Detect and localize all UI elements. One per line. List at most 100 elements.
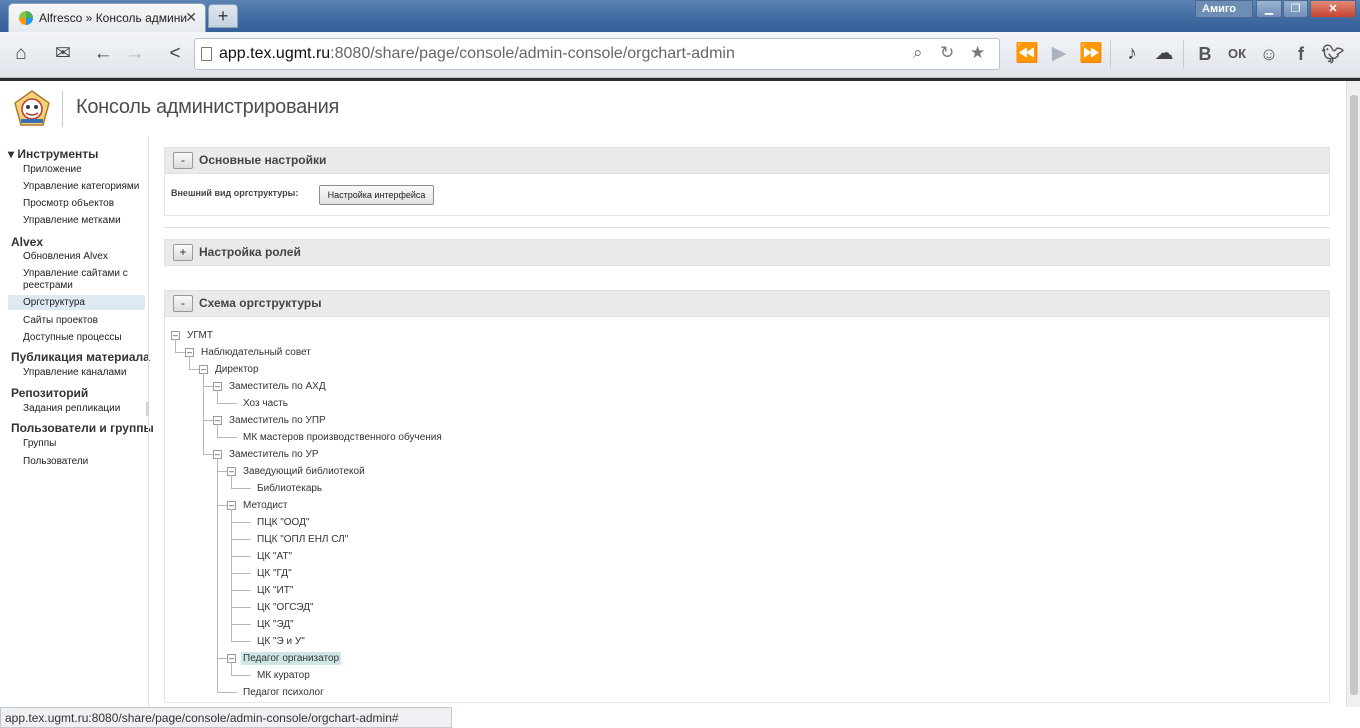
sidebar-item-orgchart[interactable]: Оргструктура [8, 295, 145, 310]
sidebar-item-groups[interactable]: Группы [23, 438, 56, 450]
sidebar-item-application[interactable]: Приложение [23, 164, 82, 176]
tree-node[interactable]: Директор [215, 363, 259, 376]
tree-node[interactable]: Заместитель по УПР [229, 414, 326, 427]
mail-icon[interactable]: ✉ [48, 39, 78, 69]
tree-node[interactable]: ЦК "ИТ" [257, 584, 293, 597]
sidebar-group-users-groups: Пользователи и группы [11, 421, 154, 435]
new-tab-button[interactable]: + [208, 4, 238, 28]
sidebar-item-registry-sites-line2: реестрами [23, 280, 73, 291]
twitter-icon[interactable]: 🐦︎ [1318, 39, 1348, 69]
maximize-button[interactable]: ❐ [1283, 0, 1308, 18]
facebook-icon[interactable]: f [1286, 39, 1316, 69]
tree-connector-line [231, 641, 251, 642]
tree-connector-line [231, 509, 232, 641]
sidebar-item-project-sites[interactable]: Сайты проектов [23, 315, 98, 327]
page-title: Консоль администрирования [76, 96, 340, 118]
tree-connector-line [175, 352, 185, 353]
tree-connector-line [217, 692, 237, 693]
media-play-icon[interactable]: ▶ [1044, 39, 1074, 69]
back-icon[interactable]: ← [88, 39, 118, 69]
zoom-search-icon[interactable]: ⌕ [913, 43, 923, 63]
url-path: :8080/share/page/console/admin-console/o… [330, 45, 735, 62]
close-window-button[interactable]: ✕ [1310, 0, 1356, 18]
tree-connector-line [231, 662, 232, 675]
address-bar[interactable]: app.tex.ugmt.ru:8080/share/page/console/… [194, 38, 1000, 70]
media-prev-icon[interactable]: ⏪ [1012, 39, 1042, 69]
tree-connector-line [231, 624, 251, 625]
tree-node[interactable]: МК мастеров производственного обучения [243, 431, 442, 444]
forward-icon[interactable]: → [120, 39, 150, 69]
page-scrollbar[interactable] [1346, 81, 1360, 707]
sidebar-group-tools[interactable]: ▾ Инструменты [8, 147, 98, 161]
sidebar-item-channels[interactable]: Управление каналами [23, 367, 126, 379]
sidebar-item-categories[interactable]: Управление категориями [23, 181, 139, 193]
media-next-icon[interactable]: ⏩ [1076, 39, 1106, 69]
browser-status-url: app.tex.ugmt.ru:8080/share/page/console/… [0, 707, 452, 728]
basic-settings-title: Основные настройки [199, 153, 327, 167]
panel-divider [164, 227, 1330, 228]
sidebar-item-registry-sites[interactable]: Управление сайтами с реестрами [23, 268, 128, 292]
tree-connector-line [203, 386, 213, 387]
tree-node[interactable]: ЦК "АТ" [257, 550, 292, 563]
basic-settings-toggle-button[interactable]: - [173, 152, 193, 169]
sidebar-item-replication-jobs[interactable]: Задания репликации [23, 403, 120, 415]
vkontakte-icon[interactable]: В [1190, 39, 1220, 69]
tree-node[interactable]: Заместитель по АХД [229, 380, 326, 393]
alfresco-favicon-icon [19, 11, 33, 25]
tree-node[interactable]: ЦК "ОГСЭД" [257, 601, 314, 614]
header-divider [62, 91, 63, 127]
tree-connector-line [203, 420, 213, 421]
sidebar-item-registry-sites-line1: Управление сайтами с [23, 268, 128, 279]
tree-connector-line [203, 373, 204, 454]
tree-node[interactable]: ЦК "Э и У" [257, 635, 305, 648]
orgchart-scheme-header: - Схема оргструктуры [164, 290, 1330, 317]
college-logo[interactable] [12, 89, 52, 129]
tree-node[interactable]: Педагог организатор [241, 652, 342, 665]
tree-node[interactable]: Методист [243, 499, 287, 512]
bookmark-star-icon[interactable]: ★ [970, 43, 985, 63]
tree-node[interactable]: ПЦК "ОПЛ ЕНЛ СЛ" [257, 533, 348, 546]
roles-settings-toggle-button[interactable]: + [173, 244, 193, 261]
tree-connector-line [231, 556, 251, 557]
sidebar-item-users[interactable]: Пользователи [23, 456, 88, 468]
sidebar-group-alvex: Alvex [11, 235, 44, 249]
odnoklassniki-icon[interactable]: ОК [1222, 39, 1252, 69]
sidebar-item-available-processes[interactable]: Доступные процессы [23, 332, 122, 344]
tree-node[interactable]: Педагог психолог [243, 686, 324, 699]
tree-node[interactable]: Хоз часть [243, 397, 288, 410]
tree-node[interactable]: ЦК "ГД" [257, 567, 292, 580]
tree-node[interactable]: ПЦК "ООД" [257, 516, 309, 529]
basic-settings-body: Внешний вид оргструктуры: Настройка инте… [164, 174, 1330, 216]
home-icon[interactable]: ⌂ [6, 39, 36, 69]
sidebar-item-alvex-updates[interactable]: Обновления Alvex [23, 251, 108, 263]
interface-settings-button[interactable]: Настройка интерфейса [319, 185, 434, 205]
tree-node[interactable]: УГМТ [187, 329, 213, 342]
tree-connector-line [189, 369, 199, 370]
tree-node[interactable]: Библиотекарь [257, 482, 322, 495]
music-icon[interactable]: ♪ [1117, 39, 1147, 69]
page-icon [201, 47, 212, 61]
sidebar-item-tags[interactable]: Управление метками [23, 215, 121, 227]
sidebar-resize-handle[interactable] [146, 402, 149, 416]
tree-node[interactable]: Заведующий библиотекой [243, 465, 365, 478]
tree-node[interactable]: МК куратор [257, 669, 310, 682]
tree-connector-line [217, 505, 227, 506]
sidebar-item-node-browser[interactable]: Просмотр объектов [23, 198, 114, 210]
tree-node[interactable]: Заместитель по УР [229, 448, 319, 461]
tab-close-icon[interactable]: ✕ [185, 9, 197, 26]
reload-icon[interactable]: ↻ [940, 43, 954, 63]
scrollbar-thumb[interactable] [1350, 95, 1358, 695]
tree-node[interactable]: Наблюдательный совет [201, 346, 311, 359]
tree-connector-line [231, 522, 251, 523]
my-world-icon[interactable]: ☺ [1254, 39, 1284, 69]
minimize-button[interactable]: ▁ [1256, 0, 1282, 18]
orgchart-scheme-toggle-button[interactable]: - [173, 295, 193, 312]
tree-connector-line [217, 424, 218, 437]
sidebar-group-repository: Репозиторий [11, 386, 89, 400]
sidebar-group-publishing: Публикация материала [11, 350, 150, 364]
profile-button[interactable]: Амиго [1195, 0, 1253, 18]
browser-tab[interactable]: Alfresco » Консоль админи ✕ [8, 3, 206, 32]
share-icon[interactable]: < [160, 39, 190, 69]
chat-icon[interactable]: ☁ [1149, 39, 1179, 69]
tree-node[interactable]: ЦК "ЭД" [257, 618, 294, 631]
